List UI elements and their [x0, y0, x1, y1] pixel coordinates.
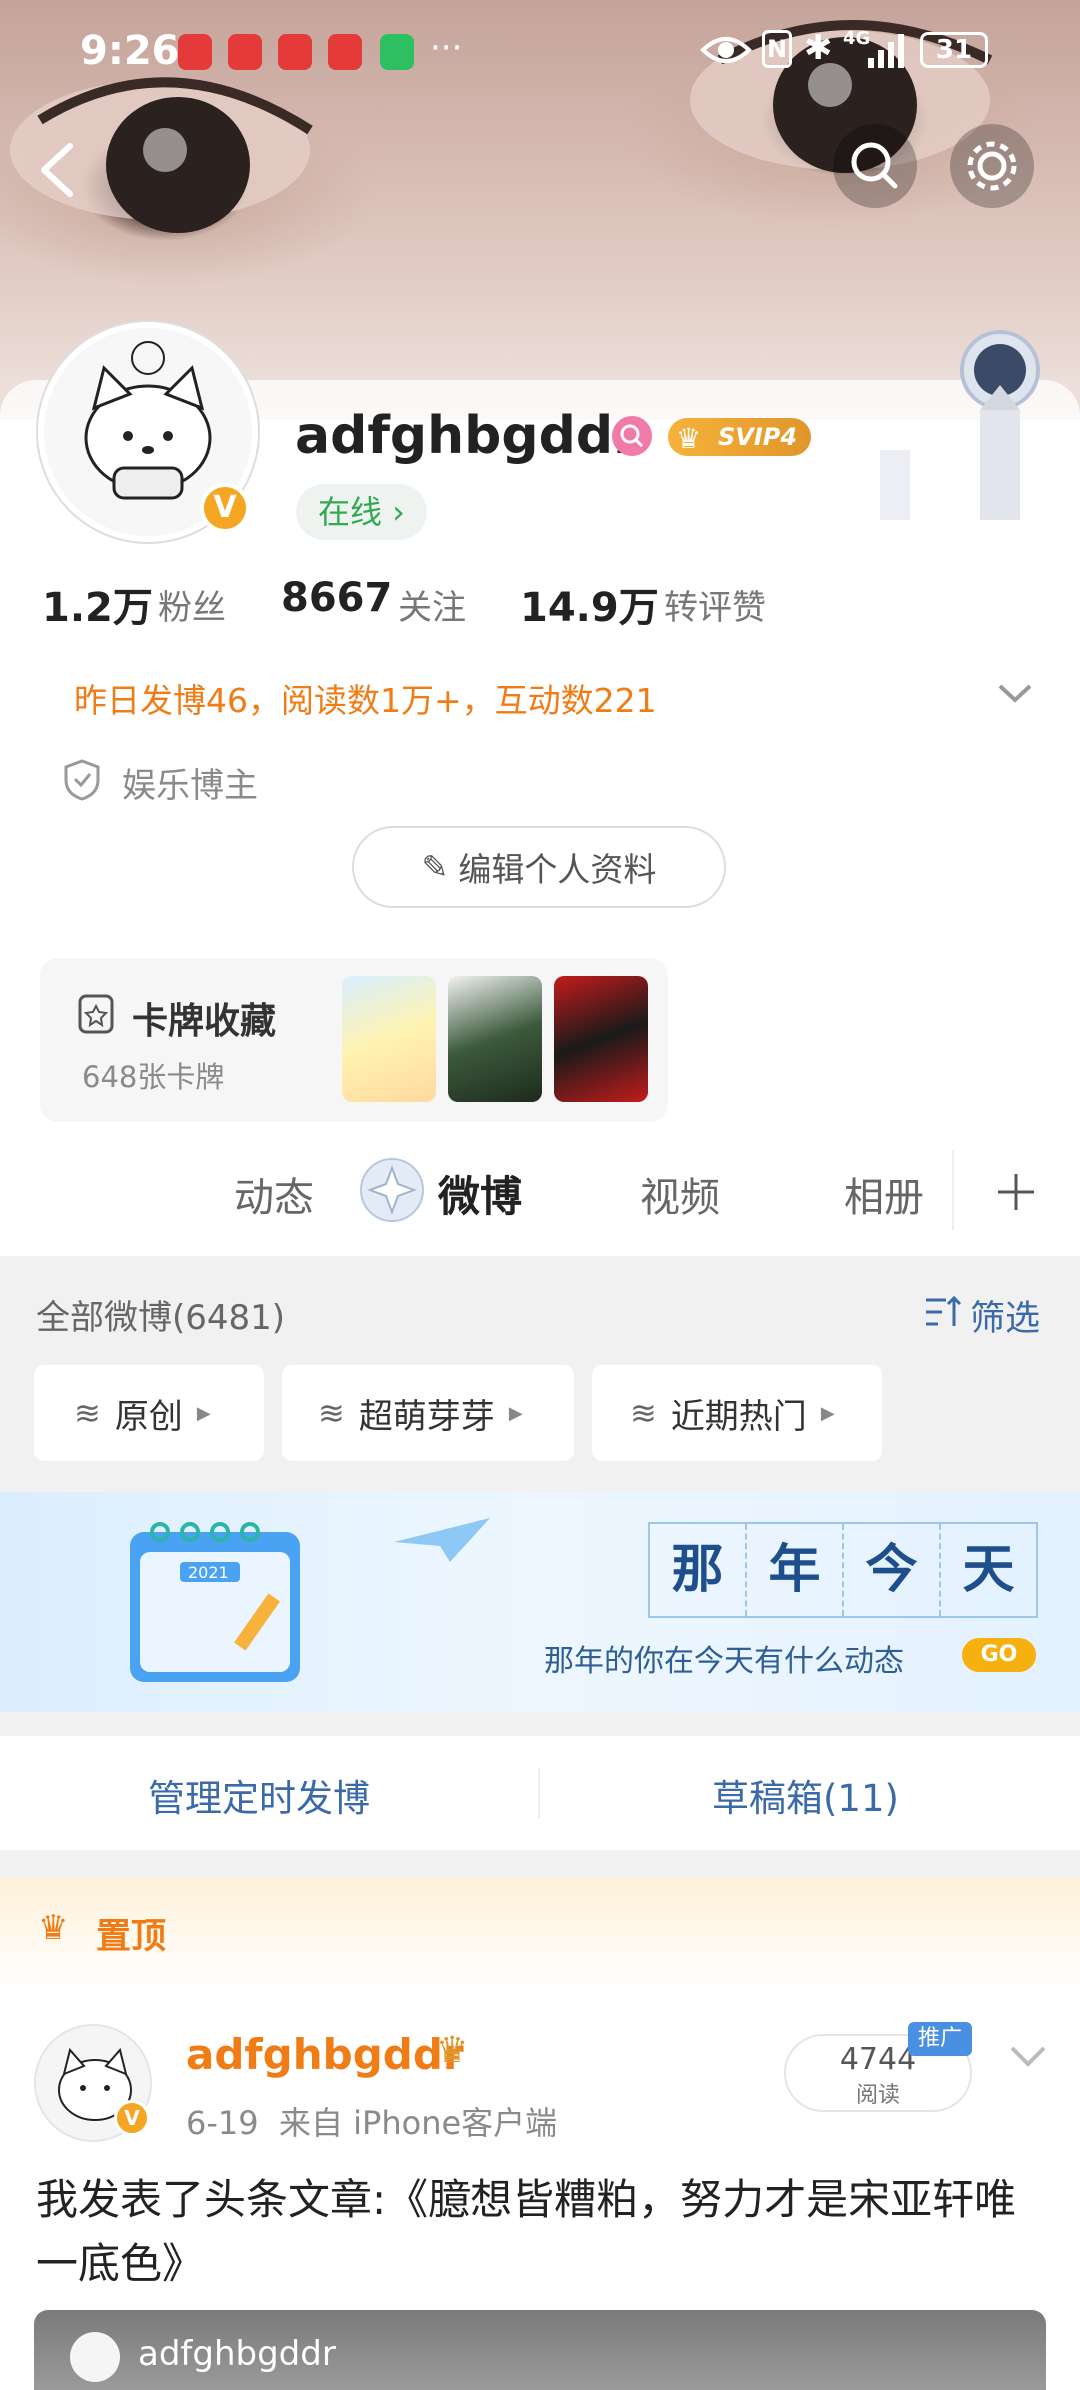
- edit-profile-label: 编辑个人资料: [458, 850, 657, 889]
- reposts-label[interactable]: 转评赞: [664, 580, 766, 629]
- memories-subtitle: 那年的你在今天有什么动态: [544, 1644, 904, 1679]
- scheduled-posts-button[interactable]: 管理定时发博: [148, 1768, 370, 1822]
- filter-trending-button[interactable]: ≋ 近期热门 ▶: [592, 1365, 882, 1461]
- pencil-icon: ✎: [421, 848, 449, 886]
- section-gap: [0, 1712, 1080, 1736]
- svip-badge[interactable]: ♛ SVIP4: [668, 418, 812, 456]
- plus-icon[interactable]: [994, 1170, 1038, 1214]
- settings-button[interactable]: [950, 124, 1034, 208]
- verified-badge-icon: V: [114, 2100, 150, 2136]
- filter-button[interactable]: 筛选: [970, 1290, 1040, 1341]
- crown-icon: ♛: [38, 1908, 69, 1948]
- battery-icon: 31: [920, 32, 988, 68]
- fan-badge-icon[interactable]: [612, 416, 652, 456]
- calendar-icon: 2021: [130, 1522, 300, 1682]
- search-fan-icon: [620, 424, 644, 448]
- go-button[interactable]: GO: [962, 1638, 1036, 1672]
- promote-badge[interactable]: 推广: [908, 2022, 973, 2056]
- memories-char: 那: [650, 1524, 747, 1616]
- layers-icon: ≋: [74, 1394, 101, 1432]
- fans-label[interactable]: 粉丝: [158, 580, 226, 629]
- tab-divider: [952, 1150, 954, 1230]
- bluetooth-icon: ✱: [804, 28, 833, 68]
- username: adfghbgddr: [295, 406, 639, 466]
- filter-original-label: 原创: [114, 1396, 183, 1437]
- card-collection-panel[interactable]: 卡牌收藏 648张卡牌: [40, 958, 668, 1122]
- notification-app-icon: [328, 34, 362, 70]
- activity-summary[interactable]: 昨日发博46，阅读数1万+，互动数221: [74, 674, 657, 722]
- memories-char: 天: [962, 1539, 1015, 1600]
- signal-icon: [868, 34, 904, 68]
- filter-original-button[interactable]: ≋ 原创 ▶: [34, 1365, 264, 1461]
- filter-icon[interactable]: [924, 1292, 964, 1332]
- notification-app-icon: [228, 34, 262, 70]
- card-thumbnail[interactable]: [554, 976, 648, 1102]
- caret-right-icon: ▶: [820, 1402, 835, 1424]
- filter-trending-label: 近期热门: [670, 1396, 807, 1437]
- hourglass-app-icon: [380, 34, 414, 70]
- filter-cute-label: 超萌芽芽: [358, 1396, 495, 1437]
- quoted-author-name: adfghbgddr: [138, 2334, 336, 2374]
- read-label: 阅读: [855, 2083, 900, 2108]
- layers-icon: ≋: [630, 1394, 657, 1432]
- chevron-down-icon[interactable]: [996, 678, 1034, 708]
- gear-icon: [967, 141, 1017, 191]
- drafts-button[interactable]: 草稿箱(11): [712, 1768, 899, 1822]
- quoted-avatar: [70, 2332, 120, 2382]
- caret-right-icon: ▶: [508, 1402, 523, 1424]
- tab-albums[interactable]: 相册: [844, 1165, 924, 1223]
- post-author-name[interactable]: adfghbgddr: [186, 2030, 464, 2079]
- fans-count[interactable]: 1.2万: [42, 575, 153, 633]
- filter-cute-button[interactable]: ≋ 超萌芽芽 ▶: [282, 1365, 574, 1461]
- layers-icon: ≋: [318, 1394, 345, 1432]
- memories-banner[interactable]: 2021 那 年 今 天 那年的你在今天有什么动态 GO: [0, 1492, 1080, 1712]
- following-label[interactable]: 关注: [398, 580, 466, 629]
- identity-tag[interactable]: 娱乐博主: [122, 758, 258, 807]
- shield-icon: [64, 759, 100, 801]
- pinned-label: 置顶: [96, 1917, 167, 1957]
- eye-icon: [700, 37, 752, 63]
- tab-dynamics[interactable]: 动态: [234, 1165, 314, 1223]
- all-weibo-count: 全部微博(6481): [36, 1298, 286, 1338]
- tab-weibo[interactable]: 微博: [438, 1163, 522, 1224]
- memories-title: 那 年 今 天: [648, 1522, 1038, 1618]
- online-status-button[interactable]: 在线 ›: [296, 484, 427, 540]
- nfc-icon: N: [762, 30, 792, 68]
- battery-level: 31: [935, 35, 973, 65]
- status-time: 9:26: [80, 28, 180, 74]
- edit-profile-button[interactable]: ✎ 编辑个人资料: [352, 826, 726, 908]
- post-content[interactable]: 我发表了头条文章:《臆想皆糟粕，努力才是宋亚轩唯一底色》: [36, 2168, 1046, 2296]
- network-type: 4G: [843, 28, 871, 49]
- svip-label: SVIP4: [718, 423, 798, 451]
- paper-plane-icon: [394, 1518, 490, 1562]
- quoted-article-card[interactable]: adfghbgddr: [34, 2310, 1046, 2390]
- calendar-year: 2021: [188, 1563, 229, 1582]
- castle-decoration-icon: [880, 330, 1040, 520]
- card-thumbnail[interactable]: [448, 976, 542, 1102]
- tools-divider: [538, 1768, 540, 1818]
- post-meta: 6-19 来自 iPhone客户端: [186, 2104, 558, 2142]
- tab-videos[interactable]: 视频: [640, 1165, 720, 1223]
- caret-right-icon: ▶: [196, 1402, 211, 1424]
- notification-app-icon: [278, 34, 312, 70]
- verified-badge-icon: V: [200, 483, 250, 533]
- notification-app-icon: [178, 34, 212, 70]
- card-thumbnail[interactable]: [342, 976, 436, 1102]
- card-collection-count: 648张卡牌: [82, 1060, 225, 1094]
- more-notifications-icon: ···: [430, 28, 463, 68]
- card-collection-title: 卡牌收藏: [132, 1001, 277, 1042]
- card-collection-icon: [78, 994, 114, 1034]
- reposts-count[interactable]: 14.9万: [520, 575, 659, 633]
- vip-crown-icon: ♛: [436, 2030, 469, 2071]
- weibo-tab-icon: [360, 1158, 424, 1222]
- search-button[interactable]: [833, 124, 917, 208]
- chevron-down-icon[interactable]: [1008, 2042, 1048, 2072]
- memories-char: 年: [747, 1524, 844, 1616]
- search-icon: [851, 142, 898, 189]
- back-arrow-icon[interactable]: [34, 140, 78, 200]
- memories-char: 今: [844, 1524, 941, 1616]
- crown-icon: ♛: [676, 422, 702, 455]
- following-count[interactable]: 8667: [281, 575, 392, 621]
- section-gap: [0, 1850, 1080, 1878]
